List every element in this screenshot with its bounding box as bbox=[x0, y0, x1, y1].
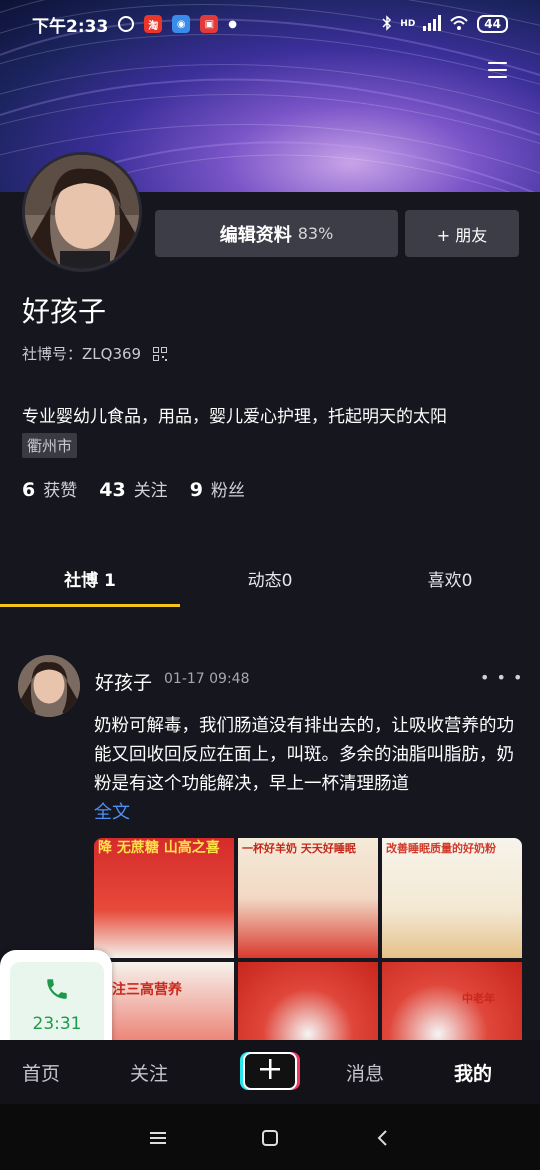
call-duration: 23:31 bbox=[32, 1014, 82, 1034]
profile-tabs: 社博 1 动态0 喜欢0 bbox=[0, 548, 540, 608]
back-icon[interactable] bbox=[370, 1126, 394, 1150]
nav-follow[interactable]: 关注 bbox=[130, 1040, 168, 1104]
qr-code-icon[interactable] bbox=[153, 346, 168, 361]
app-notification-icon-2: ◉ bbox=[172, 15, 191, 33]
app-notification-icon-3: ▣ bbox=[200, 15, 219, 33]
post-author-avatar[interactable] bbox=[18, 655, 80, 717]
phone-icon bbox=[44, 976, 70, 1006]
location-tag[interactable]: 衢州市 bbox=[22, 433, 78, 458]
avatar-portrait bbox=[25, 155, 139, 269]
network-label: HD bbox=[400, 19, 416, 29]
status-time: 下午2:33 bbox=[32, 16, 109, 37]
post-author-name[interactable]: 好孩子 bbox=[95, 668, 152, 695]
wifi-icon bbox=[449, 15, 469, 34]
bluetooth-icon bbox=[382, 14, 392, 34]
profile-id-row: 社博号：ZLQ369 bbox=[22, 343, 168, 364]
app-notification-icon bbox=[118, 16, 135, 32]
status-bar: 下午2:33 淘 ◉ ▣ ● HD 44 bbox=[0, 0, 540, 48]
more-notifications-dot: ● bbox=[228, 18, 238, 30]
post-full-text-link[interactable]: 全文 bbox=[94, 798, 130, 824]
nav-messages[interactable]: 消息 bbox=[346, 1040, 384, 1104]
tab-moments[interactable]: 动态0 bbox=[180, 548, 360, 608]
post-timestamp: 01-17 09:48 bbox=[164, 671, 250, 687]
active-tab-indicator bbox=[0, 604, 180, 607]
recent-apps-icon[interactable] bbox=[146, 1126, 170, 1150]
profile-bio: 专业婴幼儿食品，用品，婴儿爱心护理，托起明天的太阳 bbox=[22, 407, 447, 427]
plus-icon bbox=[259, 1058, 281, 1084]
tab-likes[interactable]: 喜欢0 bbox=[360, 548, 540, 608]
profile-stats: 6 获赞 43 关注 9 粉丝 bbox=[22, 476, 245, 501]
battery-indicator: 44 bbox=[477, 15, 508, 33]
system-navigation-bar bbox=[0, 1104, 540, 1170]
tab-posts[interactable]: 社博 1 bbox=[0, 548, 180, 608]
stat-likes[interactable]: 6 获赞 bbox=[22, 476, 77, 501]
home-icon[interactable] bbox=[258, 1126, 282, 1150]
edit-profile-label: 编辑资料 bbox=[219, 224, 292, 246]
profile-id: 社博号：ZLQ369 bbox=[22, 345, 142, 363]
post-image[interactable]: 一杯好羊奶 天天好睡眠 bbox=[238, 838, 378, 958]
post-image[interactable]: 降 无蔗糖 山高之喜 bbox=[94, 838, 234, 958]
edit-profile-button[interactable]: 编辑资料 83% bbox=[155, 210, 398, 257]
profile-name: 好孩子 bbox=[22, 295, 107, 328]
call-widget-inner: 23:31 bbox=[10, 962, 104, 1048]
profile-completion: 83% bbox=[297, 224, 334, 243]
post-body: 奶粉可解毒，我们肠道没有排出去的，让吸收营养的功能又回收回反应在面上，叫斑。多余… bbox=[94, 716, 514, 794]
taobao-notification-icon: 淘 bbox=[144, 15, 163, 33]
stat-fans[interactable]: 9 粉丝 bbox=[190, 476, 245, 501]
menu-icon[interactable] bbox=[474, 50, 520, 90]
post-more-icon[interactable]: • • • bbox=[480, 668, 523, 687]
stat-following[interactable]: 43 关注 bbox=[99, 476, 167, 501]
create-post-button[interactable] bbox=[243, 1052, 297, 1090]
post-image[interactable]: 改善睡眠质量的好奶粉 bbox=[382, 838, 522, 958]
signal-icon bbox=[423, 14, 442, 34]
add-friend-button[interactable]: + 朋友 bbox=[405, 210, 519, 257]
profile-avatar[interactable] bbox=[22, 152, 142, 272]
nav-home[interactable]: 首页 bbox=[22, 1040, 60, 1104]
post-avatar-portrait bbox=[18, 655, 80, 717]
nav-me[interactable]: 我的 bbox=[454, 1040, 492, 1104]
